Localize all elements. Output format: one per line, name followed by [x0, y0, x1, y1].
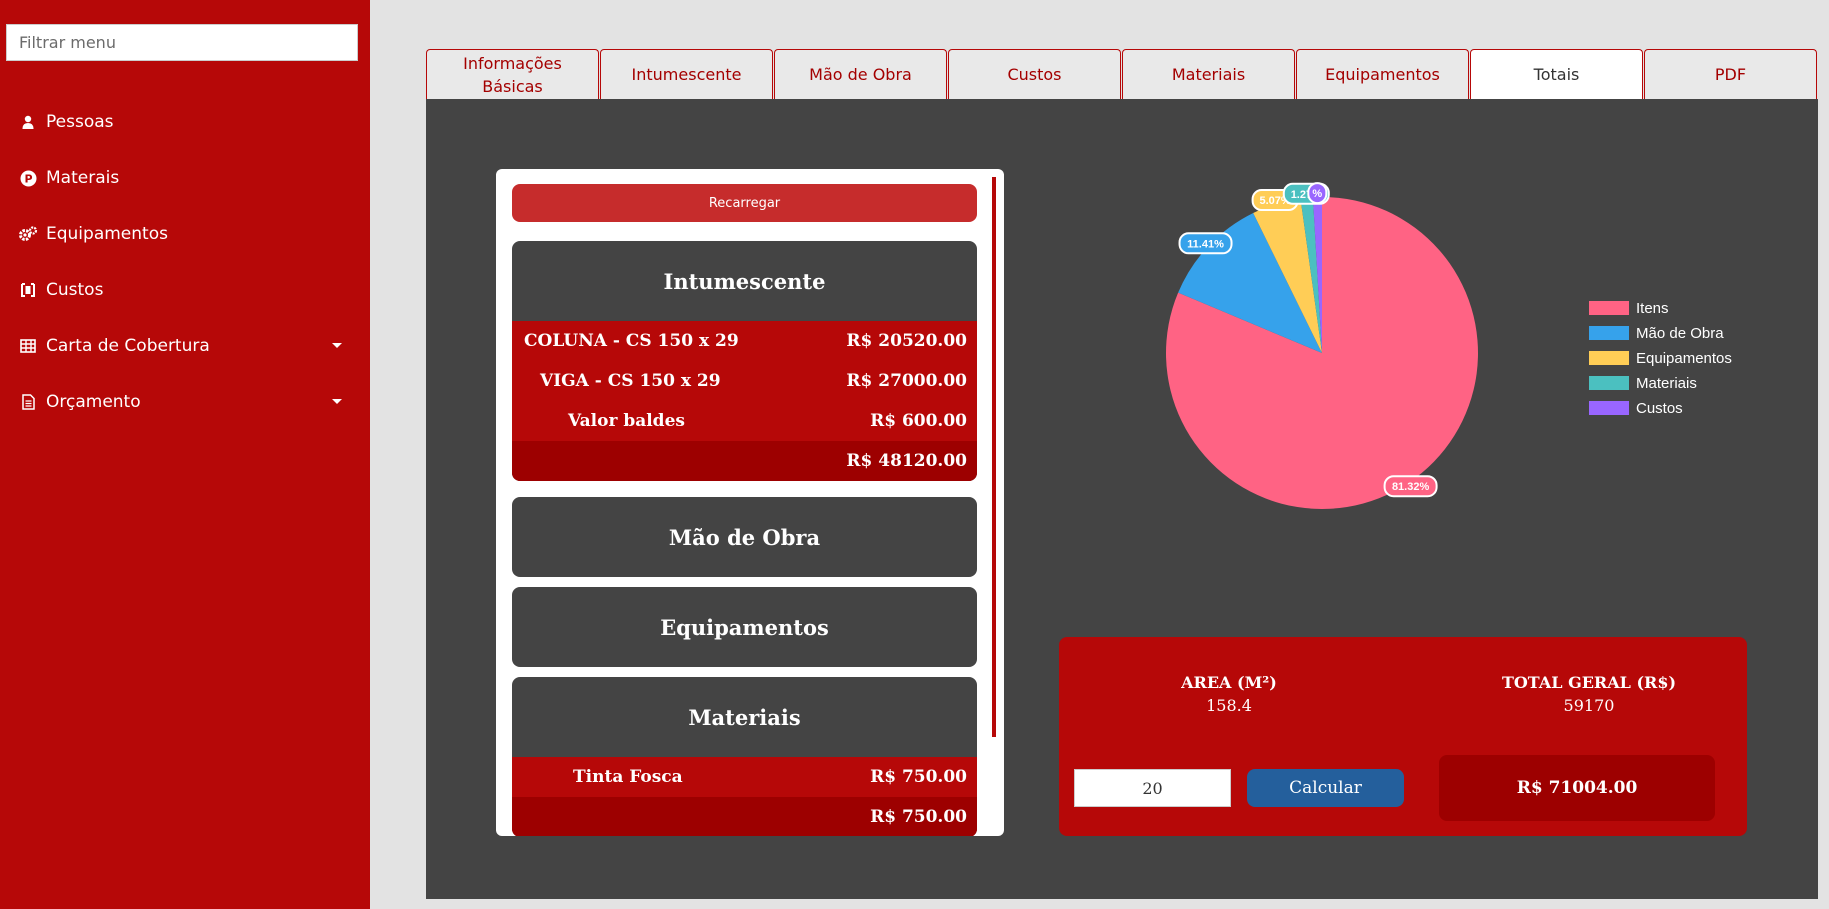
total-label: TOTAL GERAL (R$)	[1501, 673, 1677, 692]
tab-bar: Informações Básicas Intumescente Mão de …	[426, 49, 1818, 99]
tab-materiais[interactable]: Materiais	[1122, 49, 1295, 99]
sidebar-item-label: Equipamentos	[46, 224, 168, 244]
data-label-itens: 81.32%	[1383, 475, 1438, 498]
legend-swatch	[1589, 301, 1629, 315]
item-label: VIGA - CS 150 x 29	[540, 371, 721, 391]
money-icon	[18, 280, 38, 300]
sidebar-item-orcamento[interactable]: Orçamento	[18, 384, 354, 420]
list-item: VIGA - CS 150 x 29 R$ 27000.00	[512, 361, 977, 401]
legend-label: Custos	[1636, 400, 1683, 417]
legend-item-itens[interactable]: Itens	[1589, 300, 1669, 317]
total-value: 59170	[1563, 696, 1615, 715]
legend-swatch	[1589, 376, 1629, 390]
item-value: R$ 750.00	[870, 767, 967, 787]
legend-swatch	[1589, 326, 1629, 340]
item-value: R$ 600.00	[870, 411, 967, 431]
area-stat: AREA (M²) 158.4	[1154, 673, 1304, 715]
item-label: Tinta Fosca	[573, 767, 683, 787]
legend-label: Mão de Obra	[1636, 325, 1724, 342]
section-total: R$ 750.00	[512, 797, 977, 836]
calculate-button[interactable]: Calcular	[1247, 769, 1404, 807]
tab-pdf[interactable]: PDF	[1644, 49, 1817, 99]
legend-swatch	[1589, 401, 1629, 415]
summary-card: Recarregar Intumescente COLUNA - CS 150 …	[496, 169, 1004, 836]
item-value: R$ 27000.00	[846, 371, 967, 391]
tab-intumescente[interactable]: Intumescente	[600, 49, 773, 99]
sidebar-item-label: Orçamento	[46, 392, 141, 412]
section-intumescente: Intumescente COLUNA - CS 150 x 29 R$ 205…	[512, 241, 977, 481]
section-title: Mão de Obra	[668, 524, 821, 550]
svg-text:11.41%: 11.41%	[1187, 238, 1224, 250]
sidebar-item-label: Pessoas	[46, 112, 114, 132]
sidebar: Pessoas P Materais Equipamentos Custos C…	[0, 0, 370, 909]
item-label: COLUNA - CS 150 x 29	[524, 331, 739, 351]
section-title: Materiais	[688, 704, 801, 730]
tab-custos[interactable]: Custos	[948, 49, 1121, 99]
section-equipamentos: Equipamentos	[512, 587, 977, 667]
legend-label: Equipamentos	[1636, 350, 1732, 367]
tab-informacoes-basicas[interactable]: Informações Básicas	[426, 49, 599, 99]
legend-item-equipamentos[interactable]: Equipamentos	[1589, 350, 1732, 367]
total-value: R$ 750.00	[870, 807, 967, 827]
gears-icon	[18, 224, 38, 244]
result-box: R$ 71004.00	[1439, 755, 1715, 821]
total-stat: TOTAL GERAL (R$) 59170	[1469, 673, 1709, 715]
sidebar-item-custos[interactable]: Custos	[18, 272, 354, 308]
person-icon	[18, 112, 38, 132]
legend-swatch	[1589, 351, 1629, 365]
totals-box: AREA (M²) 158.4 TOTAL GERAL (R$) 59170 C…	[1059, 637, 1747, 836]
legend-item-custos[interactable]: Custos	[1589, 400, 1683, 417]
chevron-down-icon	[332, 343, 342, 348]
sidebar-item-equipamentos[interactable]: Equipamentos	[18, 216, 354, 252]
list-item: Tinta Fosca R$ 750.00	[512, 757, 977, 797]
section-title: Equipamentos	[660, 614, 829, 640]
section-title: Intumescente	[663, 268, 826, 294]
svg-text:81.32%: 81.32%	[1392, 481, 1430, 493]
sidebar-item-label: Materais	[46, 168, 120, 188]
table-icon	[18, 336, 38, 356]
total-value: R$ 48120.00	[846, 451, 967, 471]
reload-button[interactable]: Recarregar	[512, 184, 977, 222]
chevron-down-icon	[332, 399, 342, 404]
p-circle-icon: P	[18, 168, 38, 188]
sidebar-item-pessoas[interactable]: Pessoas	[18, 104, 354, 140]
area-label: AREA (M²)	[1181, 673, 1277, 692]
sidebar-item-label: Custos	[46, 280, 104, 300]
sidebar-item-materais[interactable]: P Materais	[18, 160, 354, 196]
section-mao-de-obra: Mão de Obra	[512, 497, 977, 577]
item-value: R$ 20520.00	[846, 331, 967, 351]
legend-item-mao-de-obra[interactable]: Mão de Obra	[1589, 325, 1724, 342]
multiplier-input[interactable]	[1074, 769, 1231, 807]
area-value: 158.4	[1206, 696, 1252, 715]
svg-text:%: %	[1312, 188, 1322, 200]
scrollbar[interactable]	[992, 177, 996, 737]
list-item: Valor baldes R$ 600.00	[512, 401, 977, 441]
svg-text:P: P	[24, 172, 32, 185]
legend-item-materiais[interactable]: Materiais	[1589, 375, 1697, 392]
sidebar-item-label: Carta de Cobertura	[46, 336, 210, 356]
item-label: Valor baldes	[568, 411, 685, 431]
data-label-mao-de-obra: 11.41%	[1178, 232, 1233, 255]
document-icon	[18, 392, 38, 412]
data-label-custos: %	[1307, 182, 1328, 205]
totals-panel: 81.32% 11.41% 5.07% 1.27%% Itens Mão de Obra E…	[426, 99, 1818, 899]
sidebar-item-carta-de-cobertura[interactable]: Carta de Cobertura	[18, 328, 354, 364]
list-item: COLUNA - CS 150 x 29 R$ 20520.00	[512, 321, 977, 361]
legend-label: Itens	[1636, 300, 1669, 317]
result-value: R$ 71004.00	[1516, 778, 1638, 798]
tab-equipamentos[interactable]: Equipamentos	[1296, 49, 1469, 99]
tab-mao-de-obra[interactable]: Mão de Obra	[774, 49, 947, 99]
legend-label: Materiais	[1636, 375, 1697, 392]
section-materiais: Materiais Tinta Fosca R$ 750.00 R$ 750.0…	[512, 677, 977, 836]
filter-menu-input[interactable]	[6, 24, 358, 61]
section-total: R$ 48120.00	[512, 441, 977, 481]
tab-totais[interactable]: Totais	[1470, 49, 1643, 99]
